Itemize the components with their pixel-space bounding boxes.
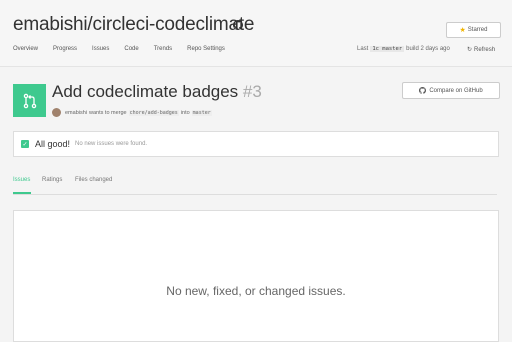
- pr-title: Add codeclimate badges #3: [52, 82, 262, 102]
- nav-overview[interactable]: Overview: [13, 46, 38, 52]
- summary-title: All good!: [35, 139, 71, 149]
- source-branch: chore/add-badges: [128, 109, 179, 116]
- pr-title-text: Add codeclimate badges: [52, 82, 239, 101]
- refresh-button[interactable]: ↻ Refresh: [467, 46, 496, 54]
- pr-number: #3: [242, 82, 262, 101]
- pr-merge-text: wants to merge: [89, 109, 127, 116]
- tab-files-changed[interactable]: Files changed: [75, 177, 112, 183]
- nav-repo-settings[interactable]: Repo Settings: [187, 46, 225, 52]
- refresh-icon: ↻: [467, 47, 473, 53]
- refresh-label: Refresh: [474, 46, 496, 53]
- repo-header: emabishi/circleci-codeclimate ★ Starred …: [0, 0, 512, 67]
- tab-ratings[interactable]: Ratings: [42, 177, 62, 183]
- commit-badge[interactable]: 1c master: [370, 46, 405, 52]
- issues-panel: No new, fixed, or changed issues.: [13, 210, 499, 342]
- active-tab-indicator: [13, 192, 31, 194]
- repo-nav: Overview Progress Issues Code Trends Rep…: [13, 46, 240, 52]
- checkmark-icon: ✓: [21, 140, 29, 148]
- compare-label: Compare on GitHub: [429, 87, 483, 94]
- nav-trends[interactable]: Trends: [154, 46, 172, 52]
- tab-issues[interactable]: Issues: [13, 177, 30, 183]
- empty-message: No new, fixed, or changed issues.: [166, 284, 346, 298]
- target-branch: master: [191, 109, 212, 116]
- pr-into: into: [180, 109, 190, 116]
- pr-tabs: Issues Ratings Files changed: [13, 176, 497, 195]
- compare-on-github-button[interactable]: Compare on GitHub: [402, 82, 500, 99]
- avatar: [52, 108, 61, 117]
- star-icon: ★: [459, 27, 466, 34]
- github-icon[interactable]: [233, 20, 243, 30]
- nav-progress[interactable]: Progress: [53, 46, 77, 52]
- pr-author[interactable]: emabishi: [65, 110, 87, 116]
- pr-meta: emabishi wants to merge chore/add-badges…: [52, 108, 212, 117]
- pull-request-icon: [13, 84, 46, 117]
- repo-title[interactable]: emabishi/circleci-codeclimate: [13, 14, 254, 36]
- build-status: Last 1c master build 2 days ago: [357, 46, 450, 52]
- nav-issues[interactable]: Issues: [92, 46, 109, 52]
- summary-box: ✓ All good! No new issues were found.: [13, 131, 499, 157]
- status-suffix: build 2 days ago: [406, 46, 450, 52]
- starred-button[interactable]: ★ Starred: [446, 22, 501, 38]
- nav-code[interactable]: Code: [124, 46, 138, 52]
- status-prefix: Last: [357, 46, 369, 52]
- starred-label: Starred: [467, 27, 488, 33]
- github-icon: [419, 87, 427, 94]
- summary-subtitle: No new issues were found.: [75, 141, 148, 147]
